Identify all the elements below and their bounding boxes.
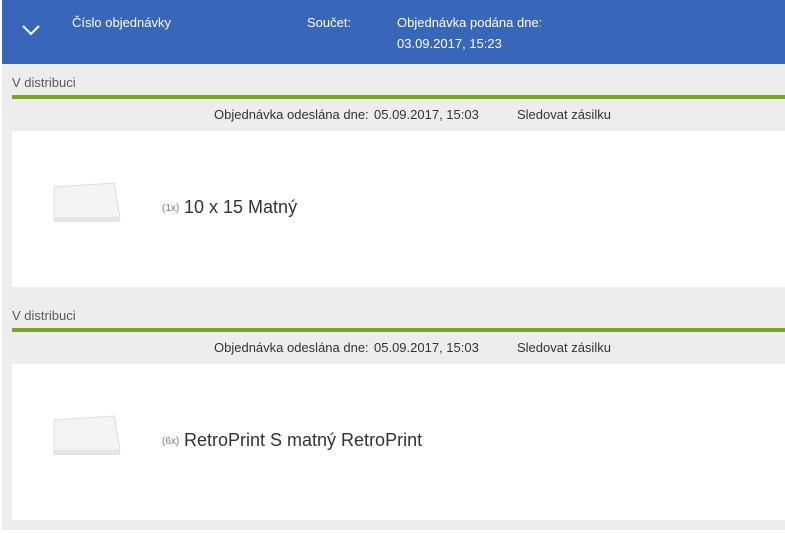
order-item: (1x) 10 x 15 Matný [12, 131, 785, 287]
product-thumbnail [53, 182, 121, 222]
order-header: Číslo objednávky Součet: Objednávka podá… [2, 0, 785, 64]
item-quantity: (6x) [162, 436, 180, 447]
order-placed-label: Objednávka podána dne: [397, 15, 543, 30]
status-line [12, 95, 785, 99]
order-placed-date: 03.09.2017, 15:23 [397, 36, 502, 51]
status-line [12, 328, 785, 332]
shipment-info-row: Objednávka odeslána dne: 05.09.2017, 15:… [2, 334, 785, 362]
track-shipment-link[interactable]: Sledovat zásilku [517, 340, 611, 355]
sent-date: 05.09.2017, 15:03 [374, 340, 479, 355]
order-item: (6x) RetroPrint S matný RetroPrint [12, 364, 785, 520]
item-name: RetroPrint S matný RetroPrint [184, 430, 423, 450]
shipment-info-row: Objednávka odeslána dne: 05.09.2017, 15:… [2, 101, 785, 129]
item-name: 10 x 15 Matný [184, 197, 298, 217]
orders-panel: Číslo objednávky Součet: Objednávka podá… [2, 0, 785, 530]
shipment-status: V distribuci [12, 75, 76, 90]
sent-date: 05.09.2017, 15:03 [374, 107, 479, 122]
shipment-status: V distribuci [12, 308, 76, 323]
product-thumbnail [53, 415, 121, 455]
total-label: Součet: [307, 15, 352, 30]
item-quantity: (1x) [162, 203, 180, 214]
order-number-label: Číslo objednávky [72, 15, 171, 30]
sent-date-label: Objednávka odeslána dne: [214, 340, 369, 355]
sent-date-label: Objednávka odeslána dne: [214, 107, 369, 122]
chevron-down-icon[interactable] [20, 22, 42, 38]
track-shipment-link[interactable]: Sledovat zásilku [517, 107, 611, 122]
